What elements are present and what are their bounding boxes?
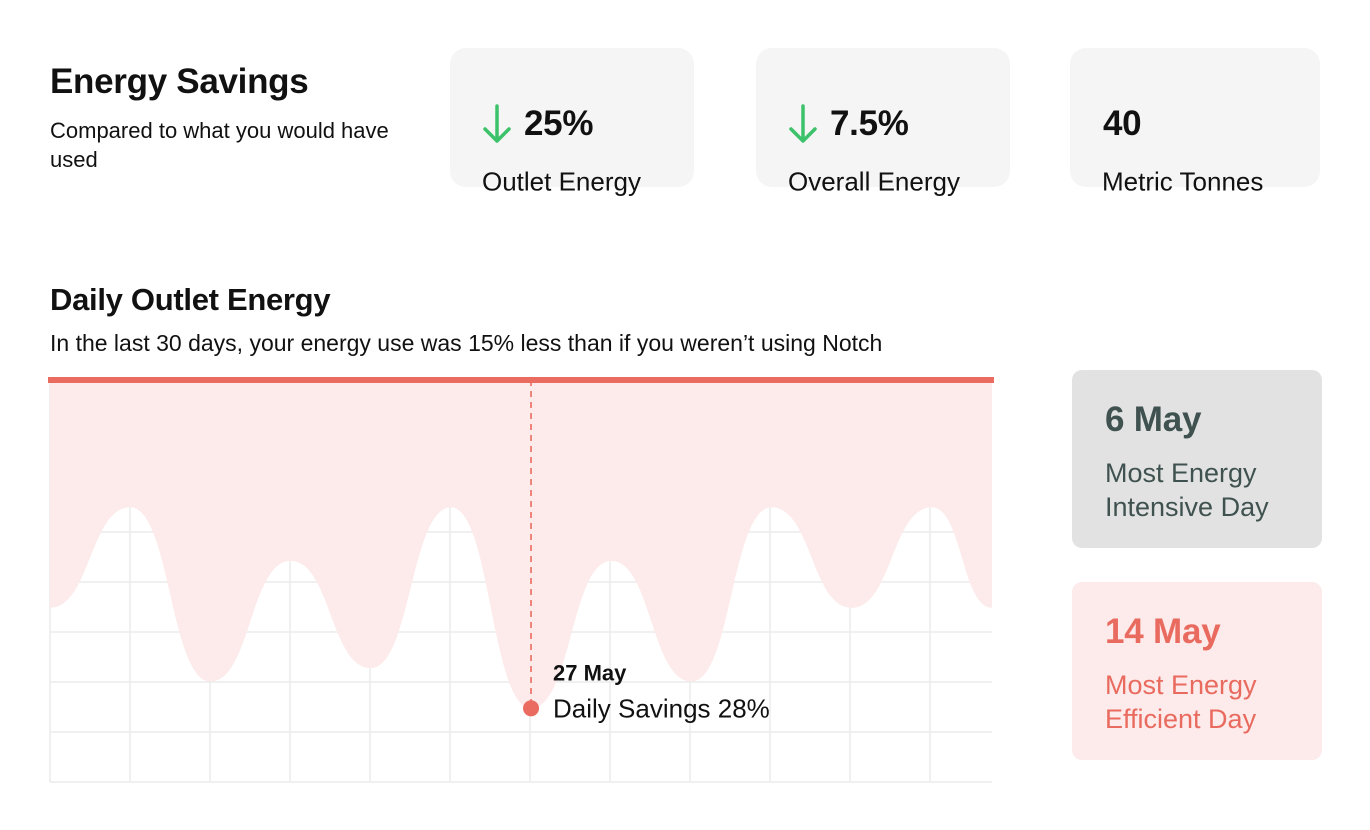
stat-value: 40	[1103, 104, 1142, 143]
stat-card-metric-tonnes: 40 Metric Tonnes	[1070, 48, 1320, 197]
highlight-point	[523, 700, 540, 717]
highlight-savings-label: Daily Savings 28%	[553, 693, 770, 723]
stat-label: Metric Tonnes	[1102, 166, 1264, 197]
highlight-date-label: 27 May	[553, 660, 627, 685]
intensive-day-label: Most Energy Intensive Day	[1105, 458, 1269, 522]
efficient-day-label: Most Energy Efficient Day	[1105, 670, 1257, 734]
most-intensive-day-card: 6 May Most Energy Intensive Day	[1072, 370, 1322, 548]
efficient-day-date: 14 May	[1105, 612, 1221, 651]
most-efficient-day-card: 14 May Most Energy Efficient Day	[1072, 582, 1322, 760]
daily-energy-chart: 27 May Daily Savings 28%	[48, 377, 994, 783]
intensive-day-date: 6 May	[1105, 400, 1202, 439]
